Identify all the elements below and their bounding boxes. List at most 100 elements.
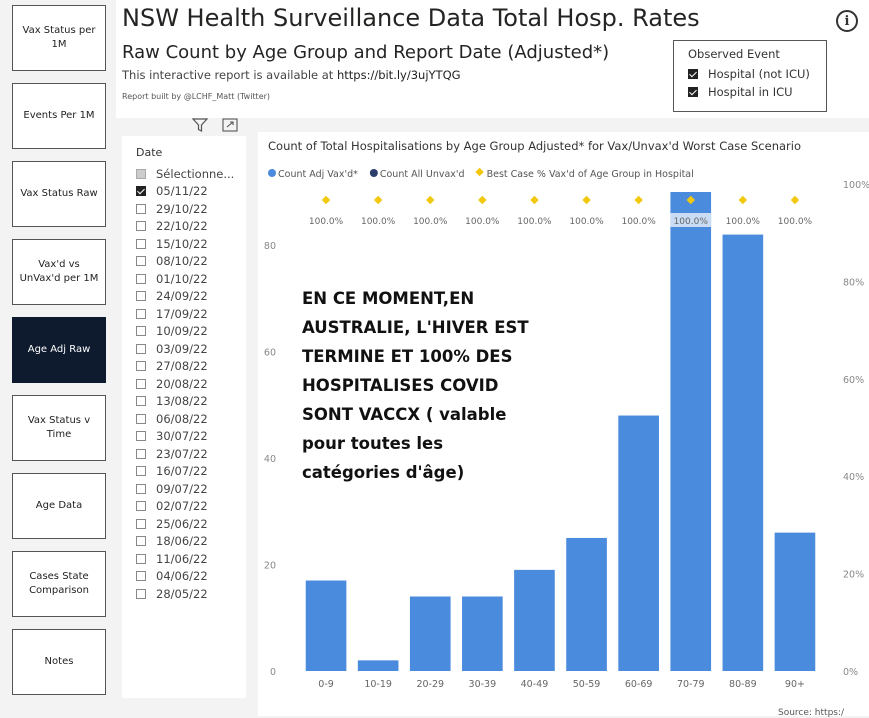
date-option[interactable]: 11/06/22 [136, 550, 234, 568]
overlay-annotation-line: catégories d'âge) [302, 463, 464, 482]
date-checkbox[interactable] [136, 238, 146, 249]
date-checkbox[interactable] [136, 291, 146, 302]
nav-button[interactable]: Vax Status Raw [12, 161, 106, 227]
nav-button[interactable]: Vax'd vs UnVax'd per 1M [12, 239, 106, 305]
info-icon[interactable]: i [836, 10, 858, 32]
legend-marker [475, 167, 484, 177]
filter-icon[interactable] [192, 118, 208, 132]
percent-data-label: 100.0% [778, 217, 813, 227]
nav-button[interactable]: Vax Status per 1M [12, 5, 106, 71]
date-label: 17/09/22 [156, 306, 208, 321]
date-option[interactable]: 22/10/22 [136, 218, 234, 236]
date-checkbox[interactable] [136, 571, 146, 582]
date-checkbox[interactable] [136, 203, 146, 214]
date-option[interactable]: 28/05/22 [136, 585, 234, 603]
legend-label: Best Case % Vax'd of Age Group in Hospit… [487, 169, 694, 180]
report-url-link[interactable]: https://bit.ly/3ujYTQG [337, 68, 461, 82]
percent-marker [426, 195, 435, 205]
nav-button[interactable]: Notes [12, 629, 106, 695]
date-checkbox[interactable] [136, 448, 146, 459]
checkbox-hospital-not-icu[interactable] [688, 69, 698, 79]
date-option[interactable]: 09/07/22 [136, 480, 234, 498]
legend-marker [268, 169, 276, 177]
y2-tick-label: 40% [843, 472, 864, 483]
date-checkbox[interactable] [136, 588, 146, 599]
observed-event-title: Observed Event [688, 47, 780, 61]
nav-button[interactable]: Cases State Comparison [12, 551, 106, 617]
date-label: 30/07/22 [156, 429, 208, 444]
date-option[interactable]: 10/09/22 [136, 323, 234, 341]
date-option[interactable]: 05/11/22 [136, 183, 234, 201]
date-option[interactable]: 17/09/22 [136, 305, 234, 323]
nav-button[interactable]: Age Adj Raw [12, 317, 106, 383]
date-list: Sélectionne... 05/11/22 29/10/22 22/10/22 1… [136, 165, 234, 603]
date-checkbox[interactable] [136, 431, 146, 442]
source-note: Source: https:/ [778, 708, 845, 718]
date-option[interactable]: 30/07/22 [136, 428, 234, 446]
date-label: 28/05/22 [156, 586, 208, 601]
date-checkbox[interactable] [136, 326, 146, 337]
date-checkbox[interactable] [136, 361, 146, 372]
legend-label: Count Adj Vax'd* [278, 169, 358, 180]
date-option[interactable]: 08/10/22 [136, 253, 234, 271]
observed-event-option[interactable]: Hospital (not ICU) [688, 67, 826, 81]
built-by-note: Report built by @LCHF_Matt (Twitter) [122, 92, 271, 101]
select-all-checkbox[interactable] [136, 168, 146, 179]
date-option[interactable]: 20/08/22 [136, 375, 234, 393]
overlay-annotation-line: TERMINE ET 100% DES [302, 347, 512, 366]
date-checkbox[interactable] [136, 256, 146, 267]
percent-data-label: 100.0% [309, 217, 344, 227]
bar [566, 537, 607, 671]
nav-button[interactable]: Age Data [12, 473, 106, 539]
date-checkbox[interactable] [136, 553, 146, 564]
date-option[interactable]: 16/07/22 [136, 463, 234, 481]
date-checkbox[interactable] [136, 378, 146, 389]
date-label: 09/07/22 [156, 481, 208, 496]
date-checkbox[interactable] [136, 308, 146, 319]
date-option[interactable]: 24/09/22 [136, 288, 234, 306]
date-label: 11/06/22 [156, 551, 208, 566]
date-option[interactable]: 13/08/22 [136, 393, 234, 411]
date-option[interactable]: 03/09/22 [136, 340, 234, 358]
date-option[interactable]: 04/06/22 [136, 568, 234, 586]
date-option[interactable]: 27/08/22 [136, 358, 234, 376]
date-option[interactable]: 06/08/22 [136, 410, 234, 428]
y-tick-label: 60 [264, 348, 276, 359]
date-checkbox[interactable] [136, 413, 146, 424]
date-checkbox[interactable] [136, 396, 146, 407]
date-option[interactable]: 01/10/22 [136, 270, 234, 288]
date-option[interactable]: 23/07/22 [136, 445, 234, 463]
percent-data-label: 100.0% [413, 217, 448, 227]
date-select-all[interactable]: Sélectionne... [136, 165, 234, 183]
date-checkbox[interactable] [136, 483, 146, 494]
date-checkbox[interactable] [136, 186, 146, 197]
date-option[interactable]: 18/06/22 [136, 533, 234, 551]
date-checkbox[interactable] [136, 518, 146, 529]
x-tick-label: 50-59 [573, 679, 601, 690]
checkbox-hospital-icu[interactable] [688, 87, 698, 97]
date-checkbox[interactable] [136, 536, 146, 547]
observed-event-option[interactable]: Hospital in ICU [688, 85, 826, 99]
bar [618, 415, 659, 671]
date-checkbox[interactable] [136, 466, 146, 477]
nav-button[interactable]: Events Per 1M [12, 83, 106, 149]
nav-button[interactable]: Vax Status v Time [12, 395, 106, 461]
date-label: 05/11/22 [156, 184, 208, 199]
date-label: 20/08/22 [156, 376, 208, 391]
x-tick-label: 30-39 [469, 679, 497, 690]
date-checkbox[interactable] [136, 343, 146, 354]
date-option[interactable]: 02/07/22 [136, 498, 234, 516]
date-checkbox[interactable] [136, 273, 146, 284]
x-tick-label: 60-69 [625, 679, 653, 690]
date-checkbox[interactable] [136, 501, 146, 512]
percent-marker [373, 195, 383, 205]
date-label: 03/09/22 [156, 341, 208, 356]
y-tick-label: 20 [264, 561, 276, 572]
observed-event-slicer: Observed Event Hospital (not ICU) Hospit… [673, 40, 827, 112]
focus-mode-icon[interactable] [222, 118, 238, 132]
date-option[interactable]: 29/10/22 [136, 200, 234, 218]
date-option[interactable]: 25/06/22 [136, 515, 234, 533]
date-label: 24/09/22 [156, 289, 208, 304]
date-checkbox[interactable] [136, 221, 146, 232]
date-option[interactable]: 15/10/22 [136, 235, 234, 253]
